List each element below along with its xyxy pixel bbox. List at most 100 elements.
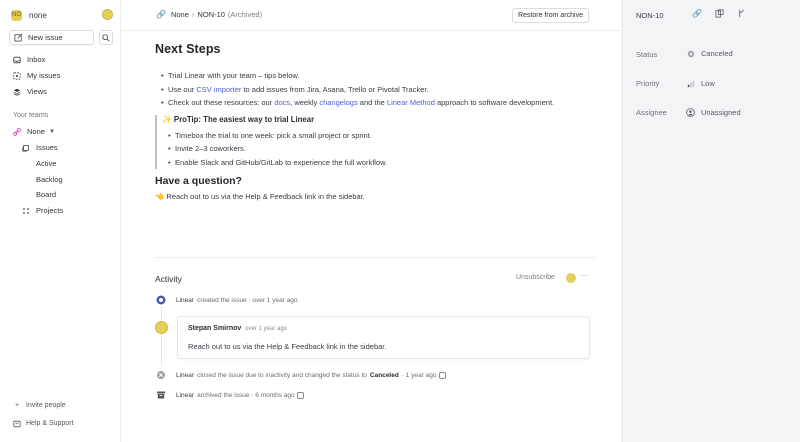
team-link-icon: 🔗: [156, 10, 166, 19]
panel-issue-id: NON-10: [636, 11, 664, 20]
status-value: Canceled: [701, 49, 733, 58]
linear-logo-icon: [155, 294, 167, 306]
help-support-button[interactable]: Help & Support: [13, 418, 73, 429]
sidebar-item-board[interactable]: Board: [36, 189, 56, 200]
branch-icon[interactable]: [730, 9, 752, 18]
assignee-value: Unassigned: [701, 108, 741, 117]
sidebar-item-label: Inbox: [27, 55, 46, 64]
commenter-avatar: [155, 321, 168, 334]
sidebar-item-label: Active: [36, 159, 57, 168]
protip-quote: ✨ ProTip: The easiest way to trial Linea…: [155, 114, 595, 170]
event-text: created the issue · over 1 year ago: [197, 296, 298, 304]
teams-section-label: Your teams: [13, 112, 49, 119]
breadcrumb-separator: ›: [191, 10, 195, 19]
event-time: · 1 year ago: [401, 371, 437, 379]
comment-author: Stepan Smirnov over 1 year ago: [188, 325, 287, 332]
event-actor: Linear: [176, 371, 195, 379]
issues-icon: [22, 144, 29, 152]
archived-tag: (Archived): [227, 10, 263, 19]
sidebar-item-issues[interactable]: Issues: [22, 142, 58, 153]
sidebar-item-label: Projects: [36, 206, 64, 215]
archive-icon: [155, 389, 167, 401]
sidebar-item-views[interactable]: Views: [13, 86, 47, 97]
breadcrumb-team[interactable]: None: [171, 10, 189, 19]
list-item: Enable Slack and GitHub/GitLab to experi…: [162, 156, 595, 170]
restore-from-archive-button[interactable]: Restore from archive: [512, 8, 589, 23]
caret-down-icon: ▼: [48, 128, 55, 135]
issue-properties-panel: NON-10 🔗 Status Canceled Priority Low As…: [622, 0, 800, 442]
copy-link-icon[interactable]: 🔗: [686, 9, 708, 18]
inbox-icon: [13, 56, 21, 64]
sidebar: NO none New issue Inbox My issues Views …: [0, 0, 121, 442]
priority-label: Priority: [636, 79, 660, 88]
help-label: Help & Support: [26, 420, 74, 427]
comment-time: over 1 year ago: [245, 326, 287, 332]
workspace-name: none: [29, 10, 47, 20]
issue-topbar: 🔗 None › NON-10 (Archived) Restore from …: [121, 0, 622, 31]
event-status: Canceled: [369, 371, 399, 379]
unsubscribe-button[interactable]: Unsubscribe: [516, 274, 555, 281]
info-icon[interactable]: [296, 391, 304, 399]
comment-body: Reach out to us via the Help & Feedback …: [188, 342, 387, 351]
activity-event-created: Linear created the issue · over 1 year a…: [155, 294, 298, 306]
sidebar-item-my-issues[interactable]: My issues: [13, 70, 60, 81]
canceled-icon: [155, 369, 167, 381]
issue-main: 🔗 None › NON-10 (Archived) Restore from …: [121, 0, 622, 442]
sidebar-item-backlog[interactable]: Backlog: [36, 174, 63, 185]
activity-event-archived: Linear archived the issue · 6 months ago: [155, 389, 304, 401]
section-divider: [155, 257, 595, 258]
list-item: Trial Linear with your team – tips below…: [155, 69, 595, 83]
sidebar-item-label: Board: [36, 190, 57, 199]
timeline-line: [161, 306, 162, 366]
event-actor: Linear: [176, 391, 195, 399]
team-link-icon: [13, 127, 21, 136]
docs-link[interactable]: docs: [274, 98, 290, 107]
unassigned-user-icon: [686, 108, 695, 117]
comment-card[interactable]: Stepan Smirnov over 1 year ago Reach out …: [177, 316, 590, 359]
activity-heading: Activity: [155, 274, 182, 284]
sidebar-item-label: My issues: [27, 71, 61, 80]
sidebar-item-label: Backlog: [36, 175, 63, 184]
info-icon[interactable]: [438, 371, 446, 379]
projects-icon: [23, 207, 29, 214]
list-item: Use our CSV importer to add issues from …: [155, 83, 595, 97]
sidebar-item-label: Issues: [36, 143, 58, 152]
assignee-selector[interactable]: Unassigned: [686, 108, 741, 117]
workspace-switcher[interactable]: NO none: [11, 9, 113, 21]
search-button[interactable]: [99, 30, 113, 45]
question-heading: Have a question?: [155, 175, 242, 187]
issue-title: Next Steps: [155, 42, 221, 56]
status-label: Status: [636, 50, 658, 59]
panel-toolbar: 🔗: [686, 9, 752, 18]
plus-icon: +: [14, 402, 20, 409]
my-issues-icon: [13, 71, 21, 80]
sidebar-item-projects[interactable]: Projects: [22, 205, 63, 216]
breadcrumb-issue-id: NON-10: [197, 10, 225, 19]
compose-icon: [14, 33, 23, 42]
status-selector[interactable]: Canceled: [686, 49, 733, 58]
new-issue-label: New issue: [28, 33, 63, 42]
activity-event-closed: Linear closed the issue due to inactivit…: [155, 369, 446, 381]
linear-method-link[interactable]: Linear Method: [387, 98, 435, 107]
invite-label: Invite people: [26, 402, 66, 409]
sidebar-item-active[interactable]: Active: [36, 158, 56, 169]
event-actor: Linear: [176, 296, 195, 304]
event-text: closed the issue due to inactivity and c…: [197, 371, 367, 379]
copy-id-icon[interactable]: [708, 9, 730, 18]
sidebar-item-inbox[interactable]: Inbox: [13, 54, 45, 65]
csv-importer-link[interactable]: CSV importer: [196, 85, 241, 94]
more-options-icon[interactable]: ···: [580, 271, 588, 280]
list-item: Check out these resources: our docs, wee…: [155, 96, 595, 110]
changelogs-link[interactable]: changelogs: [319, 98, 357, 107]
protip-title: ✨ ProTip: The easiest way to trial Linea…: [162, 114, 315, 124]
reachout-text: 👈 Reach out to us via the Help & Feedbac…: [155, 192, 365, 201]
list-item: Invite 2–3 coworkers.: [162, 142, 595, 156]
priority-selector[interactable]: Low: [686, 79, 715, 88]
team-name: None: [27, 127, 45, 136]
protip-list: Timebox the trial to one week: pick a sm…: [162, 129, 595, 170]
invite-people-button[interactable]: + Invite people: [13, 400, 66, 411]
team-toggle-none[interactable]: None ▼: [13, 126, 55, 137]
sidebar-item-label: Views: [27, 87, 47, 96]
user-avatar[interactable]: [102, 9, 113, 20]
new-issue-button[interactable]: New issue: [9, 30, 94, 45]
